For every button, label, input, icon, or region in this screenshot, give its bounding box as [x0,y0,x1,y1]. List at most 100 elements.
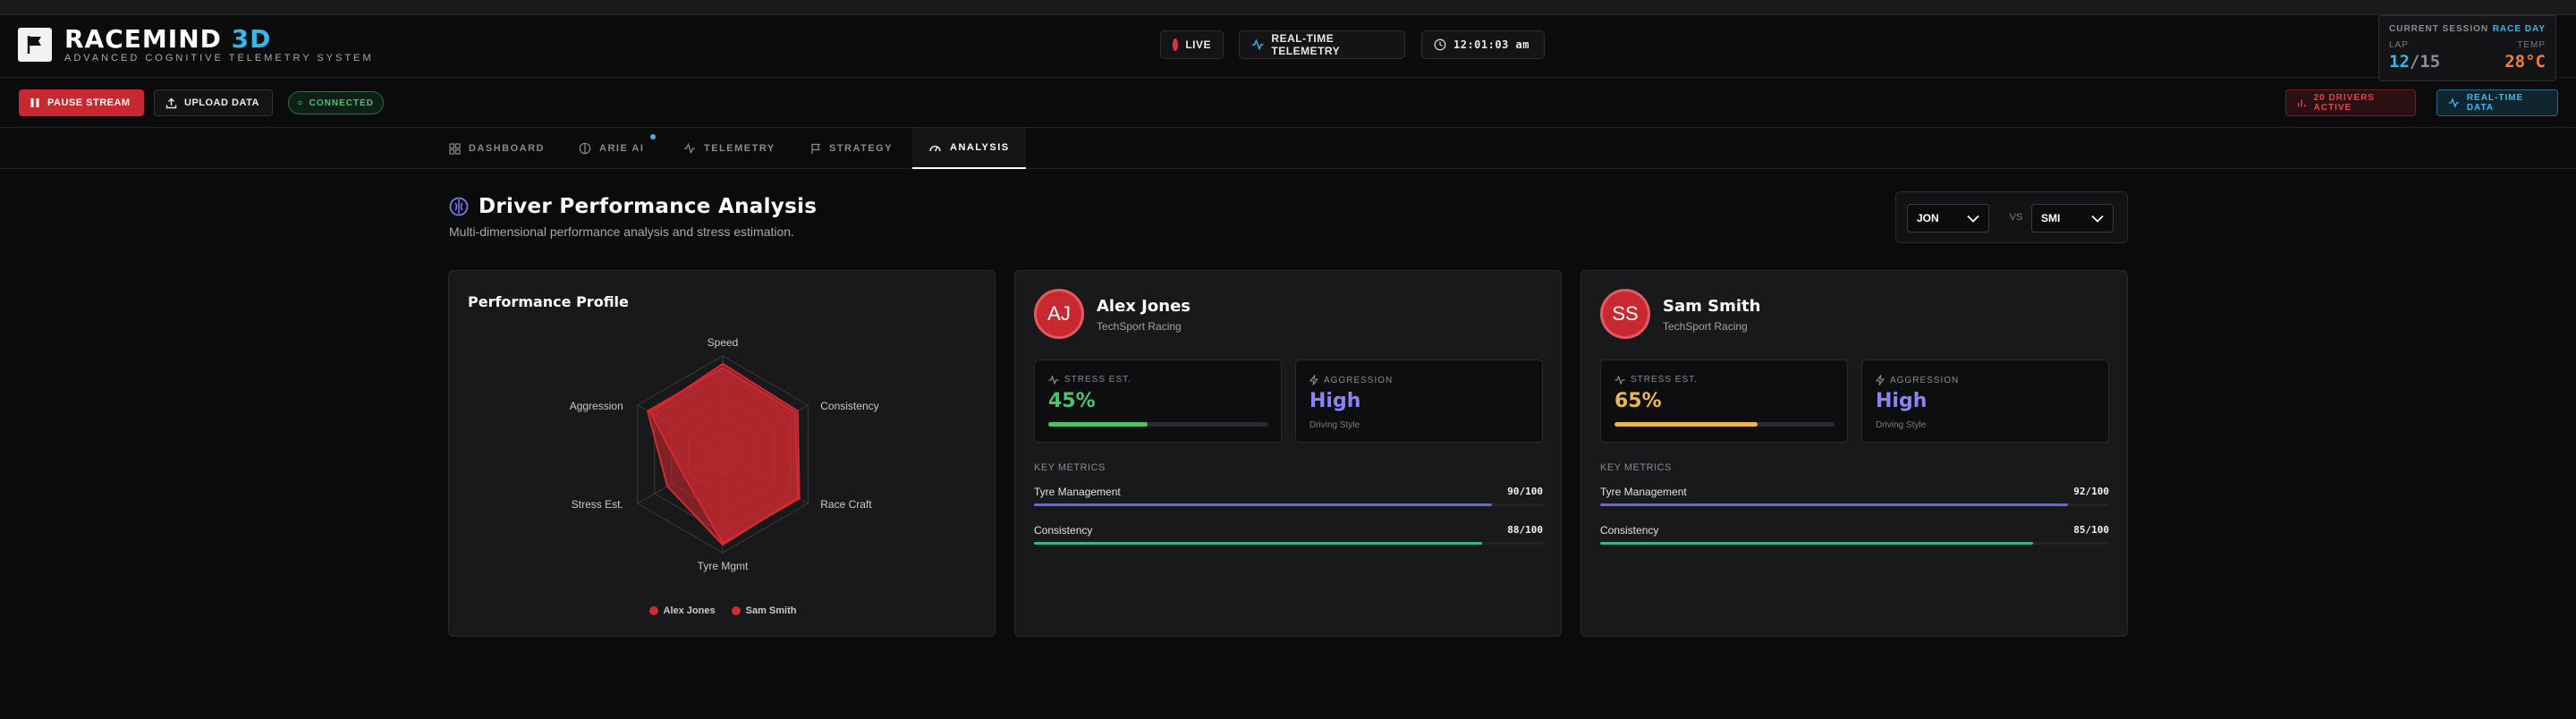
realtime-data-button[interactable]: REAL-TIME DATA [2436,89,2558,116]
flag-icon [811,143,820,154]
upload-data-button[interactable]: UPLOAD DATA [154,89,273,116]
live-indicator: LIVE [1160,30,1224,59]
session-clock: 12:01:03 am [1421,30,1545,59]
drivers-active-button[interactable]: 20 DRIVERS ACTIVE [2285,89,2416,116]
pulse-icon [1048,375,1059,385]
brain-icon [449,197,469,216]
driver-b-select[interactable]: SMI [2031,204,2114,233]
tab-strategy[interactable]: STRATEGY [794,128,909,169]
app-header: RACEMIND 3D ADVANCED COGNITIVE TELEMETRY… [0,15,2576,81]
page-subtitle: Multi-dimensional performance analysis a… [449,224,794,239]
metric-bar-fill [1600,542,2033,545]
connection-status-badge: CONNECTED [288,91,384,114]
driver-card-alex-jones: AJ Alex Jones TechSport Racing STRESS ES… [1014,270,1562,637]
axis-label-consistency: Consistency [820,400,879,412]
aggression-panel: AGGRESSION High Driving Style [1295,360,1543,443]
grid-icon [449,142,461,155]
status-dot-icon [298,100,302,106]
driver-team: TechSport Racing [1097,320,1182,333]
pulse-icon [684,143,695,154]
axis-label-stress: Stress Est. [571,498,623,511]
clock-value: 12:01:03 am [1453,38,1530,51]
aggression-value: High [1309,390,1361,412]
metric-bar-fill [1034,542,1482,545]
radar-chart [637,355,809,554]
stress-bar [1048,422,1268,427]
temp-value: 28°C [2504,52,2546,72]
upload-icon [165,97,177,108]
bar-chart-icon [2298,99,2306,107]
page-title: Driver Performance Analysis [479,195,818,218]
chart-legend: Alex Jones Sam Smith [449,605,996,616]
lap-label: LAP [2389,40,2409,50]
pause-stream-button[interactable]: PAUSE STREAM [19,89,144,116]
driver-name: Sam Smith [1663,297,1761,316]
tab-analysis[interactable]: ANALYSIS [912,128,1026,169]
driver-name: Alex Jones [1097,297,1191,316]
radar-series-area [647,367,799,546]
pulse-icon [1614,375,1625,385]
legend-swatch [731,606,741,615]
performance-profile-card: Performance Profile Speed Consistency Ra… [448,270,996,637]
stress-estimate-panel: STRESS EST. 65% [1600,360,1848,443]
gauge-icon [929,145,941,151]
brand-tagline: ADVANCED COGNITIVE TELEMETRY SYSTEM [64,53,374,63]
key-metrics-label: KEY METRICS [1600,462,1672,473]
avatar: AJ [1034,289,1084,339]
driver-a-select[interactable]: JON [1907,204,1989,233]
toolbar: PAUSE STREAM UPLOAD DATA CONNECTED 20 DR… [0,79,2576,128]
aggression-panel: AGGRESSION High Driving Style [1861,360,2109,443]
session-label: CURRENT SESSION [2389,24,2489,34]
live-dot-icon [1173,38,1179,51]
axis-label-speed: Speed [707,336,739,349]
stress-bar-fill [1048,422,1148,427]
legend-item[interactable]: Sam Smith [731,605,796,616]
stress-value: 65% [1614,390,1662,412]
avatar: SS [1600,289,1650,339]
tab-arie-ai[interactable]: ARIE AI [563,128,660,169]
vs-label: VS [2009,212,2023,223]
aggression-sub: Driving Style [1876,420,1927,430]
driver-card-sam-smith: SS Sam Smith TechSport Racing STRESS EST… [1580,270,2128,637]
pulse-icon [1251,38,1264,51]
brand-title: RACEMIND 3D [64,24,272,54]
stress-estimate-panel: STRESS EST. 45% [1034,360,1282,443]
pulse-icon [2448,97,2459,108]
telemetry-label: REAL-TIME TELEMETRY [1271,32,1341,57]
lightning-icon [1309,375,1318,385]
chevron-down-icon [2091,215,2104,223]
brain-icon [579,142,591,155]
metric-bar-fill [1600,503,2069,506]
lap-counter: 12/15 [2389,52,2441,72]
legend-swatch [648,606,658,615]
axis-label-aggression: Aggression [569,400,623,412]
axis-label-tyre-mgmt: Tyre Mgmt [697,560,749,572]
legend-item[interactable]: Alex Jones [648,605,716,616]
chevron-down-icon [1967,215,1979,223]
live-label: LIVE [1185,38,1211,51]
page-title-row: Driver Performance Analysis [449,195,817,218]
key-metrics-label: KEY METRICS [1034,462,1106,473]
axis-label-race-craft: Race Craft [820,498,872,511]
current-session-panel: CURRENT SESSION RACE DAY LAP TEMP 12/15 … [2378,15,2556,81]
stress-bar-fill [1614,422,1758,427]
driver-compare-panel: JON VS SMI [1895,191,2128,243]
nav-tabs: DASHBOARD ARIE AI TELEMETRY STRATEGY ANA… [0,128,2576,169]
window-top-strip [0,0,2576,15]
tab-telemetry[interactable]: TELEMETRY [667,128,792,169]
realtime-telemetry-badge: REAL-TIME TELEMETRY [1239,30,1405,59]
stress-value: 45% [1048,390,1096,412]
aggression-sub: Driving Style [1309,420,1360,430]
temp-label: TEMP [2517,40,2546,50]
driver-team: TechSport Racing [1663,320,1748,333]
flag-logo-icon [18,28,52,62]
tab-dashboard[interactable]: DASHBOARD [433,128,561,169]
new-indicator-dot [650,134,656,140]
clock-icon [1434,38,1446,51]
pause-icon [30,98,39,107]
stress-bar [1614,422,1835,427]
aggression-value: High [1876,390,1928,412]
metric-bar-fill [1034,503,1493,506]
session-day: RACE DAY [2492,24,2546,34]
lightning-icon [1876,375,1885,385]
